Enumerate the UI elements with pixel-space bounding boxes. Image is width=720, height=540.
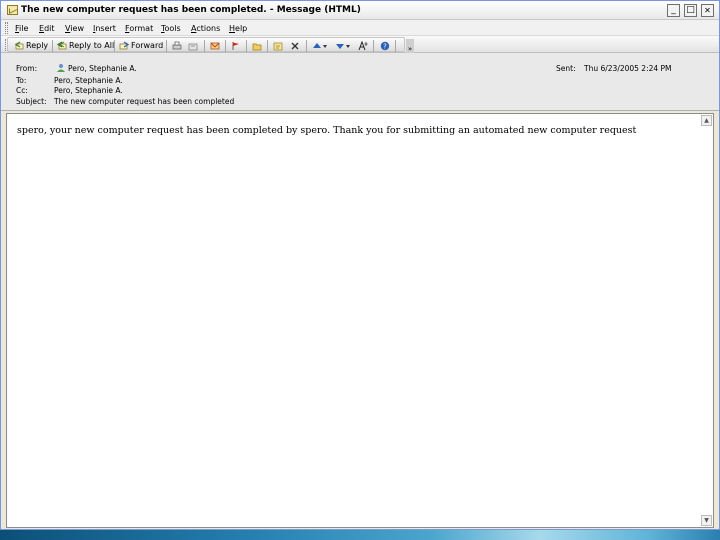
reply-all-icon bbox=[57, 41, 67, 50]
standard-toolbar: Reply Reply to All Forward ? » bbox=[1, 36, 719, 54]
minimize-button[interactable]: _ bbox=[667, 4, 680, 17]
menu-view[interactable]: View bbox=[65, 24, 84, 33]
toolbar-separator bbox=[204, 40, 205, 52]
font-size-icon[interactable] bbox=[358, 41, 368, 51]
flag-icon[interactable] bbox=[231, 41, 241, 51]
window-title: The new computer request has been comple… bbox=[21, 5, 361, 15]
from-value[interactable]: Pero, Stephanie A. bbox=[68, 64, 137, 73]
to-label: To: bbox=[16, 76, 27, 85]
toolbar-separator bbox=[225, 40, 226, 52]
subject-label: Subject: bbox=[16, 97, 47, 106]
from-label: From: bbox=[16, 64, 38, 73]
categorize-icon[interactable] bbox=[273, 41, 283, 51]
menu-insert[interactable]: Insert bbox=[93, 24, 116, 33]
menu-grip[interactable] bbox=[5, 22, 8, 34]
toolbar-strip: Reply Reply to All Forward ? » bbox=[7, 37, 414, 54]
svg-text:?: ? bbox=[383, 43, 387, 51]
menu-format[interactable]: Format bbox=[125, 24, 153, 33]
previous-item-icon[interactable] bbox=[312, 41, 322, 51]
toolbar-separator bbox=[267, 40, 268, 52]
maximize-button[interactable]: □ bbox=[684, 4, 697, 17]
menu-tools[interactable]: Tools bbox=[161, 24, 181, 33]
menu-edit[interactable]: Edit bbox=[39, 24, 55, 33]
contact-icon[interactable] bbox=[56, 63, 66, 73]
delete-icon[interactable] bbox=[290, 41, 300, 51]
toolbar-separator bbox=[114, 40, 115, 52]
scroll-up-button[interactable]: ▲ bbox=[701, 115, 712, 126]
forward-icon bbox=[119, 41, 129, 50]
reply-all-button[interactable]: Reply to All bbox=[69, 41, 114, 50]
sent-value: Thu 6/23/2005 2:24 PM bbox=[584, 64, 672, 73]
to-value[interactable]: Pero, Stephanie A. bbox=[54, 76, 123, 85]
message-body-text: spero, your new computer request has bee… bbox=[17, 125, 637, 136]
help-icon[interactable]: ? bbox=[380, 41, 390, 51]
envelope-icon bbox=[7, 5, 18, 15]
message-window: The new computer request has been comple… bbox=[0, 0, 720, 530]
message-header: From: Pero, Stephanie A. To: Pero, Steph… bbox=[1, 53, 719, 111]
cc-label: Cc: bbox=[16, 86, 28, 95]
toolbar-separator bbox=[395, 40, 396, 52]
follow-up-icon[interactable] bbox=[210, 41, 220, 51]
toolbar-separator bbox=[373, 40, 374, 52]
sent-label: Sent: bbox=[556, 64, 576, 73]
toolbar-separator bbox=[166, 40, 167, 52]
close-button[interactable]: ✕ bbox=[701, 4, 714, 17]
reply-icon bbox=[15, 41, 24, 50]
menu-bar: File Edit View Insert Format Tools Actio… bbox=[1, 20, 719, 36]
toolbar-separator bbox=[246, 40, 247, 52]
menu-actions[interactable]: Actions bbox=[191, 24, 220, 33]
open-folder-icon[interactable] bbox=[252, 41, 262, 51]
cc-value[interactable]: Pero, Stephanie A. bbox=[54, 86, 123, 95]
message-body[interactable]: spero, your new computer request has bee… bbox=[6, 113, 714, 528]
previous-dropdown-icon[interactable] bbox=[322, 41, 328, 51]
move-to-folder-icon[interactable] bbox=[188, 41, 198, 51]
taskbar bbox=[0, 530, 720, 540]
subject-value: The new computer request has been comple… bbox=[54, 97, 235, 106]
menu-help[interactable]: Help bbox=[229, 24, 247, 33]
toolbar-separator bbox=[306, 40, 307, 52]
title-bar[interactable]: The new computer request has been comple… bbox=[1, 1, 719, 20]
reply-button[interactable]: Reply bbox=[26, 41, 48, 50]
forward-button[interactable]: Forward bbox=[131, 41, 163, 50]
toolbar-overflow-button[interactable]: » bbox=[406, 39, 414, 54]
print-icon[interactable] bbox=[172, 41, 182, 51]
toolbar-separator bbox=[52, 40, 53, 52]
scroll-down-button[interactable]: ▼ bbox=[701, 515, 712, 526]
menu-file[interactable]: File bbox=[15, 24, 28, 33]
next-item-icon[interactable] bbox=[335, 41, 345, 51]
next-dropdown-icon[interactable] bbox=[345, 41, 351, 51]
